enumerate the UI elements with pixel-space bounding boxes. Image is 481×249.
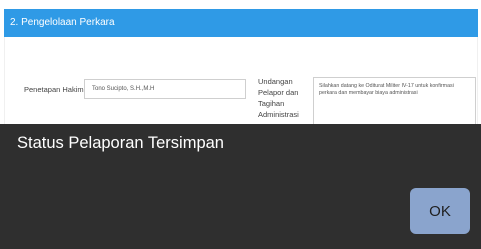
undangan-label-line: Tagihan [258,99,285,108]
page: 2. Pengelolaan Perkara Penetapan Hakim T… [0,0,481,249]
undangan-label: Undangan Pelapor dan Tagihan Administras… [258,76,304,120]
undangan-label-line: Undangan [258,77,293,86]
section-header: 2. Pengelolaan Perkara [4,9,478,37]
case-management-panel: 2. Pengelolaan Perkara Penetapan Hakim T… [0,0,481,127]
undangan-label-line: Administrasi [258,110,299,119]
hakim-input[interactable]: Tono Sucipto, S.H.,M.H [84,79,246,99]
dialog-message: Status Pelaporan Tersimpan [17,134,224,152]
undangan-label-line: Pelapor dan [258,88,299,97]
ok-button[interactable]: OK [410,188,470,234]
section-title: 2. Pengelolaan Perkara [10,17,115,28]
hakim-label: Penetapan Hakim [24,85,84,94]
undangan-textarea[interactable]: Silahkan datang ke Oditurat Militer IV-1… [313,77,476,127]
status-dialog: Status Pelaporan Tersimpan OK [0,124,481,249]
